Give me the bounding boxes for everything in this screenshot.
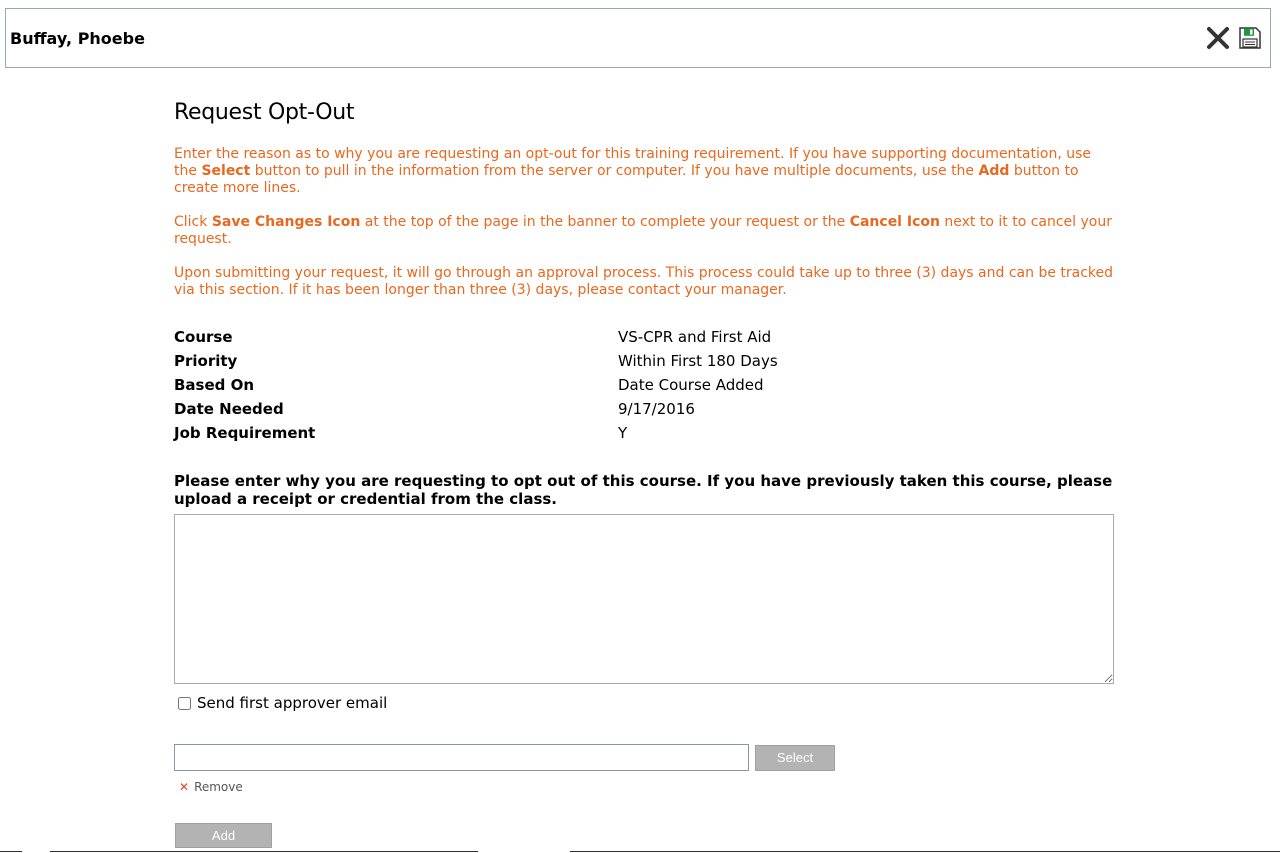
text-bold: Select xyxy=(201,163,251,179)
text-bold: Cancel Icon xyxy=(849,214,940,230)
reason-prompt: Please enter why you are requesting to o… xyxy=(174,472,1113,508)
add-button[interactable]: Add xyxy=(175,823,272,848)
text-bold: Add xyxy=(978,163,1010,179)
detail-value: Y xyxy=(618,424,628,442)
save-icon[interactable] xyxy=(1238,26,1262,50)
detail-value: 9/17/2016 xyxy=(618,400,695,418)
detail-row-date-needed: Date Needed 9/17/2016 xyxy=(174,400,1114,424)
text: at the top of the page in the banner to … xyxy=(360,214,850,230)
remove-label: Remove xyxy=(194,780,243,794)
send-email-option[interactable]: Send first approver email xyxy=(178,694,387,712)
send-email-checkbox[interactable] xyxy=(178,696,191,710)
detail-row-course: Course VS-CPR and First Aid xyxy=(174,328,1114,352)
detail-value: Date Course Added xyxy=(618,376,764,394)
detail-label: Priority xyxy=(174,352,238,370)
text-bold: Save Changes Icon xyxy=(211,214,361,230)
reason-textarea[interactable] xyxy=(174,514,1114,684)
detail-row-job-requirement: Job Requirement Y xyxy=(174,424,1114,448)
detail-label: Course xyxy=(174,328,233,346)
instructions-paragraph-1: Enter the reason as to why you are reque… xyxy=(174,146,1114,197)
employee-name: Buffay, Phoebe xyxy=(10,29,145,48)
detail-row-based-on: Based On Date Course Added xyxy=(174,376,1114,400)
text: Click xyxy=(174,214,212,230)
course-details: Course VS-CPR and First Aid Priority Wit… xyxy=(174,328,1114,448)
remove-link[interactable]: ✕ Remove xyxy=(179,780,243,794)
page-title: Request Opt-Out xyxy=(174,100,355,125)
detail-value: VS-CPR and First Aid xyxy=(618,328,772,346)
main-content: Request Opt-Out Enter the reason as to w… xyxy=(174,96,1114,848)
detail-value: Within First 180 Days xyxy=(618,352,778,370)
instructions-paragraph-3: Upon submitting your request, it will go… xyxy=(174,265,1114,298)
detail-label: Date Needed xyxy=(174,400,284,418)
remove-icon: ✕ xyxy=(179,780,190,794)
select-button[interactable]: Select xyxy=(755,745,835,771)
send-email-label: Send first approver email xyxy=(197,694,388,712)
detail-label: Job Requirement xyxy=(174,424,316,442)
detail-label: Based On xyxy=(174,376,255,394)
file-path-input[interactable] xyxy=(174,744,749,771)
close-icon[interactable] xyxy=(1204,24,1232,52)
header-banner: Buffay, Phoebe xyxy=(5,8,1271,68)
detail-row-priority: Priority Within First 180 Days xyxy=(174,352,1114,376)
text: button to pull in the information from t… xyxy=(250,163,979,179)
instructions-paragraph-2: Click Save Changes Icon at the top of th… xyxy=(174,214,1114,248)
